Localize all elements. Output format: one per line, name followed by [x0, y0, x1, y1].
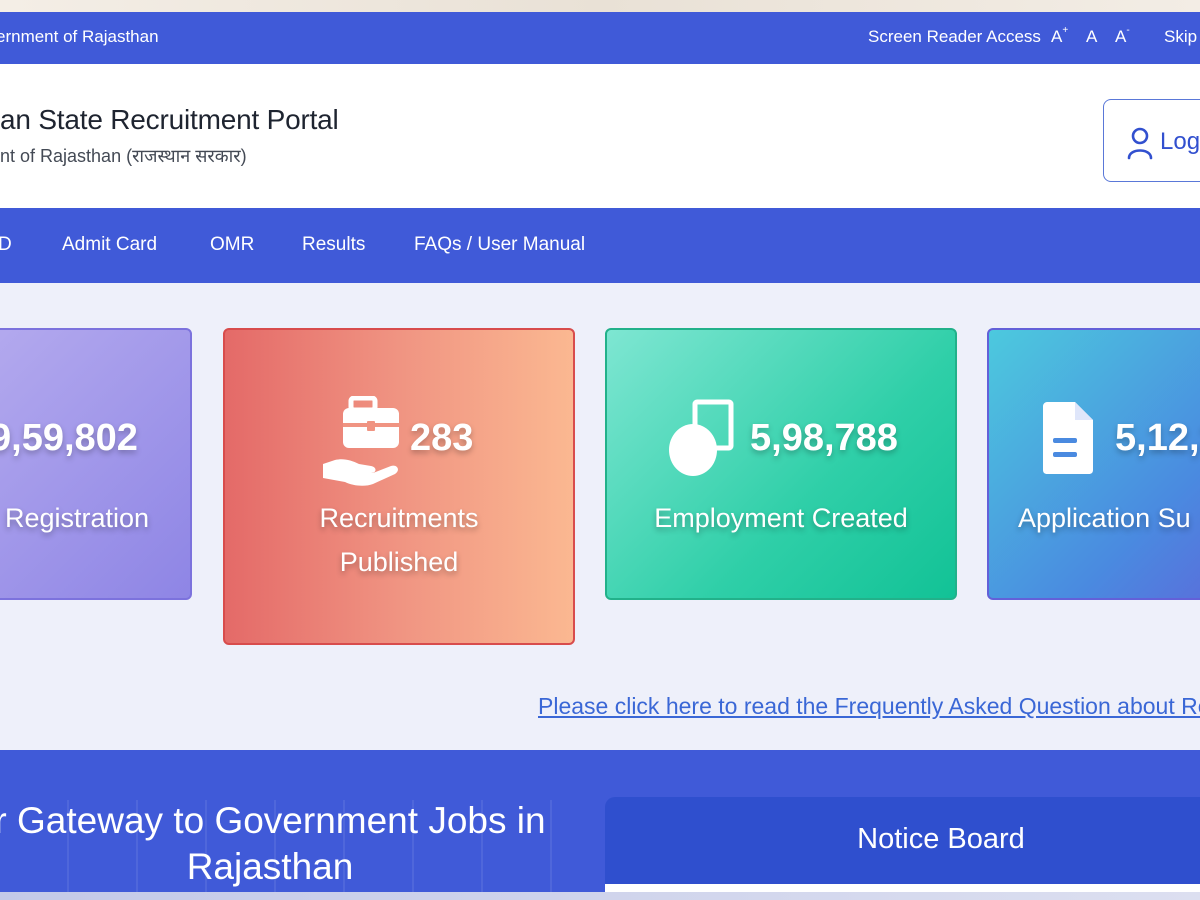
nav-item-omr[interactable]: OMR: [210, 234, 254, 256]
stat-value-registration: 9,59,802: [0, 417, 138, 459]
stat-value-employment: 5,98,788: [750, 417, 898, 459]
faq-link[interactable]: Please click here to read the Frequently…: [538, 693, 1200, 720]
stat-label-applications: Application Su: [1018, 503, 1191, 533]
user-icon: [1127, 127, 1153, 160]
nav-item-results[interactable]: Results: [302, 234, 365, 256]
government-bar: ernment of Rajasthan Screen Reader Acces…: [0, 12, 1200, 64]
font-decrease-button[interactable]: A-: [1115, 25, 1130, 47]
stat-label-employment: Employment Created: [654, 503, 908, 533]
hero-heading-line1: r Gateway to Government Jobs in: [0, 800, 546, 841]
main-nav: D Admit Card OMR Results FAQs / User Man…: [0, 208, 1200, 283]
hero-section: r Gateway to Government Jobs in Rajastha…: [0, 750, 1200, 900]
font-increase-sup: +: [1062, 25, 1069, 37]
portal-subtitle: nt of Rajasthan (राजस्थान सरकार): [0, 146, 247, 166]
stat-card-employment[interactable]: 5,98,788 Employment Created: [605, 328, 957, 600]
stat-label-recruitments-line2: Published: [339, 547, 459, 577]
top-decor-strip: [0, 0, 1200, 12]
document-icon: [1043, 402, 1093, 474]
nav-item-faqs[interactable]: FAQs / User Manual: [414, 234, 585, 256]
government-name: ernment of Rajasthan: [0, 27, 159, 46]
font-decrease-label: A: [1115, 27, 1127, 46]
employment-icon: [669, 399, 734, 476]
font-increase-label: A: [1051, 27, 1063, 46]
login-button[interactable]: Log: [1103, 99, 1200, 182]
site-header: an State Recruitment Portal nt of Rajast…: [0, 64, 1200, 208]
stat-card-registration[interactable]: 9,59,802 Registration: [0, 328, 192, 600]
screen-reader-link[interactable]: Screen Reader Access: [868, 27, 1041, 47]
stat-value-applications: 5,12,3: [1115, 417, 1200, 459]
stat-card-recruitments[interactable]: 283 Recruitments Published: [223, 328, 575, 645]
hero-heading: r Gateway to Government Jobs in Rajastha…: [0, 798, 560, 890]
notice-board-title: Notice Board: [857, 823, 1025, 855]
nav-item-partial[interactable]: D: [0, 234, 12, 256]
skip-to-content-link[interactable]: Skip: [1164, 27, 1197, 47]
stats-section: 9,59,802 Registration 283 Recruitments P…: [0, 283, 1200, 750]
nav-item-admit-card[interactable]: Admit Card: [62, 234, 157, 256]
portal-title: an State Recruitment Portal: [0, 104, 339, 135]
login-label: Log: [1160, 128, 1200, 155]
font-increase-button[interactable]: A+: [1051, 25, 1069, 47]
stat-card-applications[interactable]: 5,12,3 Application Su: [987, 328, 1200, 600]
stat-label-recruitments-line1: Recruitments: [319, 503, 479, 533]
font-normal-button[interactable]: A: [1086, 27, 1097, 47]
notice-board: Notice Board: [605, 797, 1200, 900]
bottom-shade: [0, 892, 1200, 900]
font-decrease-sup: -: [1126, 25, 1130, 37]
briefcase-hand-icon: [323, 396, 399, 486]
stat-value-recruitments: 283: [410, 417, 474, 459]
hero-heading-line2: Rajasthan: [186, 846, 354, 887]
stat-label-registration: Registration: [5, 503, 150, 533]
